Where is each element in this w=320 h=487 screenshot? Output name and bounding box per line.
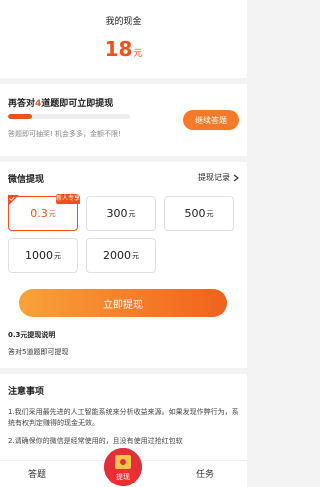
notes-item-2: 2.请确保你的微信是经常使用的，且没有使用过抢红包软 xyxy=(8,437,183,445)
option-amount: 2000 xyxy=(103,249,131,262)
option-amount: 500 xyxy=(184,207,206,220)
withdraw-option-1[interactable]: 300 元 xyxy=(86,196,156,231)
quiz-hint: 答题即可抽奖! 机会多多，金额不限! xyxy=(8,130,121,138)
withdraw-option-4[interactable]: 2000 元 xyxy=(86,238,156,273)
withdraw-explain-sub: 答对5道题即可提现 xyxy=(8,348,69,356)
balance-amount: 18元 xyxy=(0,37,247,61)
quiz-goal-text: 再答对4道题即可立即提现 xyxy=(8,96,239,109)
option-unit: 元 xyxy=(48,209,56,218)
option-unit: 元 xyxy=(128,209,136,218)
withdraw-records-label: 提现记录 xyxy=(198,173,230,182)
balance-card: 我的现金 18元 xyxy=(0,0,247,78)
balance-unit: 元 xyxy=(133,49,143,59)
option-amount: 300 xyxy=(106,207,128,220)
notes-title: 注意事项 xyxy=(8,387,45,397)
quiz-progress-card: 再答对4道题即可立即提现 答题即可抽奖! 机会多多，金额不限! 继续答题 xyxy=(0,84,247,156)
balance-title: 我的现金 xyxy=(105,17,142,27)
notes-item-1: 1.我们采用最先进的人工智能系统来分析收益来源。如果发现作弊行为，系统有权判定赚… xyxy=(8,408,239,427)
option-unit: 元 xyxy=(206,209,214,218)
withdraw-title: 微信提现 xyxy=(8,175,45,185)
withdraw-explain-title: 0.3元提现说明 xyxy=(8,331,56,339)
tab-withdraw[interactable]: 提现 xyxy=(110,470,136,483)
selected-check-icon xyxy=(8,195,19,206)
balance-amount-value: 18 xyxy=(104,37,133,61)
continue-answer-button[interactable]: 继续答题 xyxy=(183,110,239,130)
quiz-progress-bar xyxy=(8,114,130,119)
option-amount: 1000 xyxy=(25,249,53,262)
quiz-goal-suffix: 道题即可立即提现 xyxy=(41,99,114,109)
new-user-badge: 新人专享 xyxy=(56,194,81,204)
chevron-right-icon xyxy=(233,174,239,181)
quiz-goal-prefix: 再答对 xyxy=(8,99,36,109)
withdraw-option-2[interactable]: 500 元 xyxy=(164,196,234,231)
withdraw-now-button[interactable]: 立即提现 xyxy=(19,289,227,317)
option-unit: 元 xyxy=(132,251,139,260)
option-unit: 元 xyxy=(54,251,61,260)
quiz-progress-fill xyxy=(8,114,33,119)
withdraw-option-3[interactable]: 1000 元 xyxy=(8,238,78,273)
tab-answer[interactable]: 答题 xyxy=(28,467,46,480)
tab-task[interactable]: 任务 xyxy=(196,467,214,480)
option-amount: 0.3 xyxy=(30,207,48,220)
withdraw-records-link[interactable]: 提现记录 xyxy=(198,172,239,183)
